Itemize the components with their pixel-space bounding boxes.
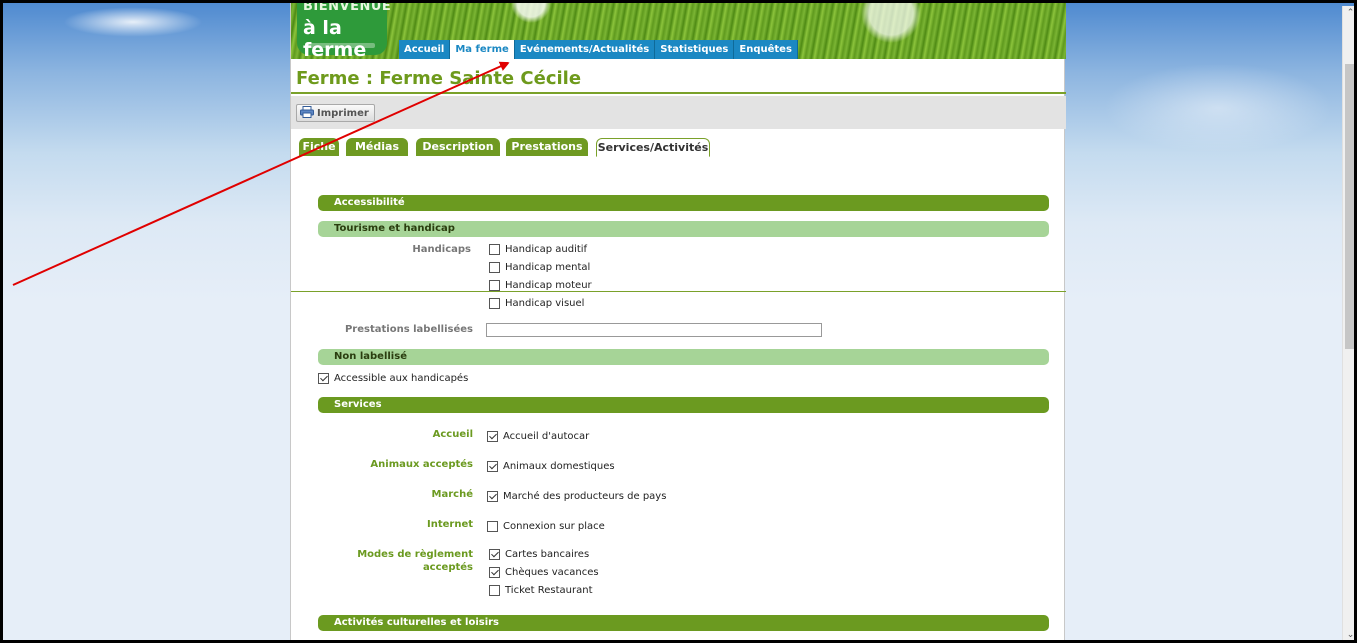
checkbox[interactable] (489, 298, 500, 309)
nav-item-statistiques[interactable]: Statistiques (655, 40, 735, 59)
modes-reglement-label-line2: acceptés (422, 562, 473, 573)
print-button-label: Imprimer (317, 107, 369, 119)
tab-prestations[interactable]: Prestations (506, 138, 588, 156)
handicap-moteur-option[interactable]: Handicap moteur (489, 279, 592, 292)
cartes-bancaires-option[interactable]: Cartes bancaires (489, 548, 589, 561)
prestations-labellisees-input[interactable] (486, 323, 822, 337)
checkbox[interactable] (487, 461, 498, 472)
logo-main-text: à la ferme (303, 17, 367, 61)
page-title: Ferme : Ferme Sainte Cécile (296, 68, 582, 89)
checkbox[interactable] (489, 280, 500, 291)
modes-reglement-label: Modes de règlement acceptés (321, 548, 473, 574)
browser-viewport: BIENVENUE à la ferme Accueil Ma ferme Ev… (0, 0, 1357, 643)
checkbox[interactable] (489, 585, 500, 596)
print-button[interactable]: Imprimer (296, 104, 375, 122)
tab-fiche[interactable]: Fiche (299, 138, 339, 156)
vertical-scrollbar[interactable]: ⌃ ⌄ (1342, 6, 1354, 640)
printer-icon (300, 105, 314, 121)
option-label: Marché des producteurs de pays (503, 491, 667, 502)
option-label: Chèques vacances (505, 567, 599, 578)
section-non-labellise: Non labellisé (318, 349, 1049, 365)
handicap-auditif-option[interactable]: Handicap auditif (489, 243, 587, 256)
tab-medias[interactable]: Médias (346, 138, 408, 156)
nav-item-ma-ferme[interactable]: Ma ferme (450, 40, 515, 59)
main-nav: Accueil Ma ferme Evénements/Actualités S… (399, 40, 798, 59)
section-tourisme-handicap: Tourisme et handicap (318, 221, 1049, 237)
prestations-labellisees-label: Prestations labellisées (344, 324, 473, 335)
section-accessibilite: Accessibilité (318, 195, 1049, 211)
option-label: Connexion sur place (503, 521, 605, 532)
option-label: Accessible aux handicapés (334, 373, 469, 384)
site-logo[interactable]: BIENVENUE à la ferme (297, 3, 391, 61)
option-label: Accueil d'autocar (503, 431, 590, 442)
nav-item-evenements[interactable]: Evénements/Actualités (514, 40, 656, 59)
animaux-label: Animaux acceptés (370, 459, 473, 470)
checkbox[interactable] (489, 567, 500, 578)
option-label: Handicap auditif (505, 244, 588, 255)
checkbox[interactable] (487, 521, 498, 532)
accueil-label: Accueil (432, 429, 473, 440)
toolbar: Imprimer (291, 96, 1066, 129)
logo-top-text: BIENVENUE (303, 0, 392, 14)
title-divider (291, 92, 1066, 94)
header-banner: BIENVENUE à la ferme Accueil Ma ferme Ev… (291, 3, 1066, 61)
animaux-domestiques-option[interactable]: Animaux domestiques (487, 460, 615, 473)
tab-bar-divider (291, 291, 1066, 292)
checkbox[interactable] (489, 244, 500, 255)
cheques-vacances-option[interactable]: Chèques vacances (489, 566, 599, 579)
section-activites-culturelles: Activités culturelles et loisirs (318, 615, 1049, 631)
accessible-handicapes-option[interactable]: Accessible aux handicapés (318, 372, 468, 385)
tab-bar: Fiche Médias Description Prestations Ser… (291, 138, 1066, 292)
option-label: Handicap mental (505, 262, 591, 273)
checkbox[interactable] (318, 373, 329, 384)
checkbox[interactable] (487, 431, 498, 442)
handicap-mental-option[interactable]: Handicap mental (489, 261, 590, 274)
section-services: Services (318, 397, 1049, 413)
option-label: Ticket Restaurant (505, 585, 593, 596)
checkbox[interactable] (487, 491, 498, 502)
accueil-autocar-option[interactable]: Accueil d'autocar (487, 430, 589, 443)
modes-reglement-label-line1: Modes de règlement (357, 549, 473, 560)
sky-cloud (63, 7, 203, 37)
scroll-down-icon[interactable]: ⌄ (1343, 628, 1354, 640)
tab-description[interactable]: Description (416, 138, 500, 156)
tab-services-activites[interactable]: Services/Activités (596, 138, 710, 157)
option-label: Cartes bancaires (505, 549, 590, 560)
sky-cloud (1103, 63, 1333, 153)
checkbox[interactable] (489, 549, 500, 560)
internet-label: Internet (426, 519, 473, 530)
ticket-restaurant-option[interactable]: Ticket Restaurant (489, 584, 593, 597)
option-label: Handicap moteur (505, 280, 592, 291)
nav-item-enquetes[interactable]: Enquêtes (734, 40, 798, 59)
option-label: Animaux domestiques (503, 461, 615, 472)
option-label: Handicap visuel (505, 298, 585, 309)
connexion-sur-place-option[interactable]: Connexion sur place (487, 520, 605, 533)
handicap-visuel-option[interactable]: Handicap visuel (489, 297, 584, 310)
marche-label: Marché (431, 489, 473, 500)
handicaps-label: Handicaps (412, 244, 471, 255)
checkbox[interactable] (489, 262, 500, 273)
logo-tagline-strip (305, 43, 375, 48)
nav-item-accueil[interactable]: Accueil (399, 40, 451, 59)
scrollbar-thumb[interactable] (1345, 64, 1354, 349)
marche-producteurs-option[interactable]: Marché des producteurs de pays (487, 490, 666, 503)
scroll-up-icon[interactable]: ⌃ (1343, 6, 1354, 21)
page-container: BIENVENUE à la ferme Accueil Ma ferme Ev… (290, 3, 1066, 640)
